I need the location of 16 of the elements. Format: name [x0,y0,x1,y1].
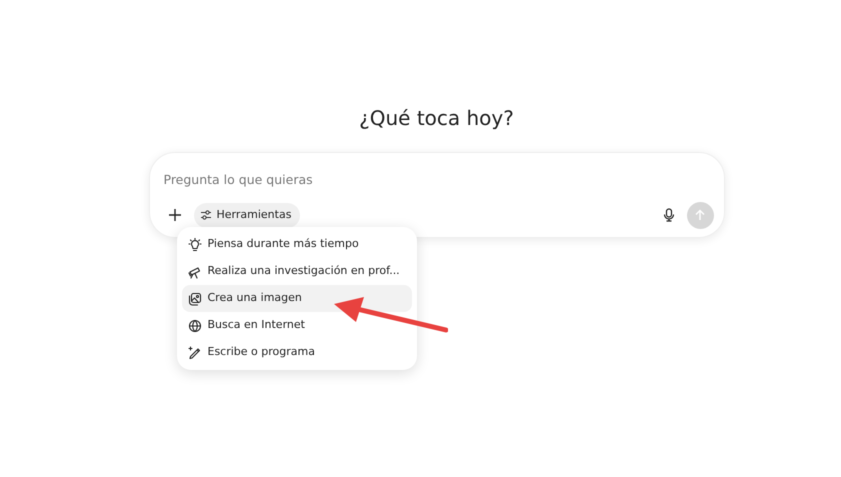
plus-icon [168,208,182,222]
heading: ¿Qué toca hoy? [358,106,515,130]
pen-icon [188,346,202,360]
telescope-icon [188,264,202,278]
arrow-up-icon [694,209,706,222]
menu-item[interactable]: Realiza una investigación en prof... [182,258,412,285]
lightbulb-icon [188,238,202,252]
tools-button[interactable]: Herramientas [194,203,300,228]
sliders-icon [200,209,212,222]
menu-item[interactable]: Escribe o programa [182,339,412,366]
menu-item[interactable]: Busca en Internet [182,312,412,339]
menu-item[interactable]: Piensa durante más tiempo [182,231,412,258]
image-stack-icon [188,292,202,306]
menu-item[interactable]: Crea una imagen [182,285,412,312]
globe-icon [188,318,202,332]
microphone-icon [662,208,674,222]
